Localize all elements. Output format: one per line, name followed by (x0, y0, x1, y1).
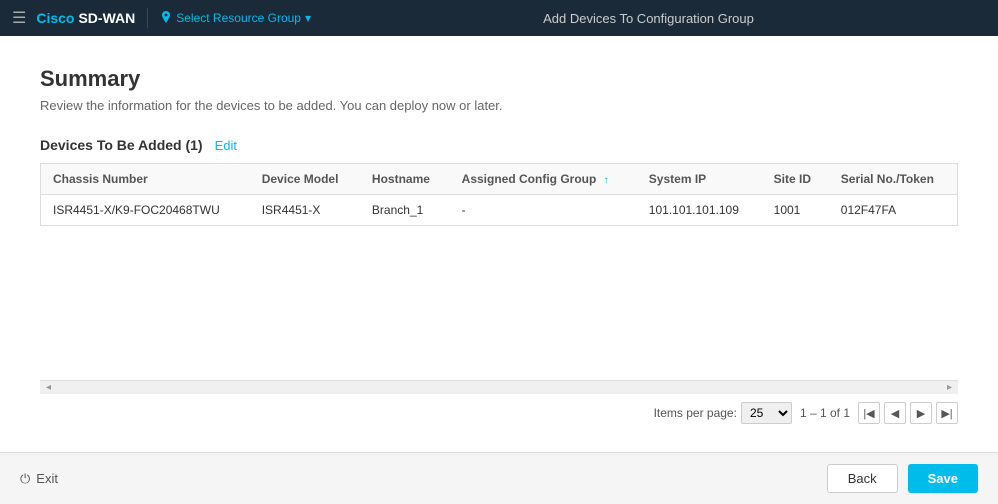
horizontal-scrollbar[interactable]: ◂ ▸ (40, 380, 958, 394)
exit-label: Exit (36, 471, 58, 486)
table-body: ISR4451-X/K9-FOC20468TWUISR4451-XBranch_… (41, 195, 957, 226)
section-header: Devices To Be Added (1) Edit (40, 137, 958, 153)
edit-link[interactable]: Edit (215, 138, 237, 153)
items-per-page-label: Items per page: (654, 406, 737, 420)
items-per-page: Items per page: 102550100 (654, 402, 792, 424)
table-row: ISR4451-X/K9-FOC20468TWUISR4451-XBranch_… (41, 195, 957, 226)
footer-actions: Back Save (827, 464, 978, 493)
col-assigned-config-group[interactable]: Assigned Config Group ↑ (450, 164, 637, 195)
location-icon (160, 11, 172, 25)
top-nav: ☰ Cisco SD-WAN Select Resource Group ▾ A… (0, 0, 998, 36)
cell-chassis_number: ISR4451-X/K9-FOC20468TWU (41, 195, 250, 226)
sort-icon: ↑ (604, 175, 609, 186)
pagination-info: 1 – 1 of 1 (800, 406, 850, 420)
devices-table: Chassis Number Device Model Hostname Ass… (41, 164, 957, 225)
brand-cisco: Cisco (36, 10, 74, 26)
page-subtitle: Review the information for the devices t… (40, 98, 958, 113)
main-content: Summary Review the information for the d… (0, 36, 998, 452)
cell-device_model: ISR4451-X (250, 195, 360, 226)
exit-button[interactable]: ⏻ Exit (20, 471, 58, 487)
footer: ⏻ Exit Back Save (0, 452, 998, 504)
cell-assigned_config_group: - (450, 195, 637, 226)
resource-group-selector[interactable]: Select Resource Group ▾ (160, 11, 311, 25)
col-chassis-number: Chassis Number (41, 164, 250, 195)
prev-page-button[interactable]: ◀ (884, 402, 906, 424)
brand-sdwan: SD-WAN (78, 10, 135, 26)
col-device-model: Device Model (250, 164, 360, 195)
pagination-row: Items per page: 102550100 1 – 1 of 1 |◀ … (40, 394, 958, 432)
page-title: Summary (40, 66, 958, 92)
cell-serial_no_token: 012F47FA (829, 195, 957, 226)
resource-group-label: Select Resource Group (176, 11, 301, 25)
back-button[interactable]: Back (827, 464, 898, 493)
hamburger-icon[interactable]: ☰ (12, 8, 26, 28)
last-page-button[interactable]: ▶| (936, 402, 958, 424)
cell-system_ip: 101.101.101.109 (637, 195, 762, 226)
brand: Cisco SD-WAN (36, 10, 135, 26)
scroll-container: Chassis Number Device Model Hostname Ass… (40, 163, 958, 226)
table-header: Chassis Number Device Model Hostname Ass… (41, 164, 957, 195)
section-title: Devices To Be Added (1) (40, 137, 203, 153)
scroll-right-arrow[interactable]: ▸ (945, 382, 954, 393)
first-page-button[interactable]: |◀ (858, 402, 880, 424)
nav-page-title: Add Devices To Configuration Group (311, 11, 986, 26)
next-page-button[interactable]: ▶ (910, 402, 932, 424)
cell-site_id: 1001 (762, 195, 829, 226)
cell-hostname: Branch_1 (360, 195, 450, 226)
col-serial-no-token: Serial No./Token (829, 164, 957, 195)
pagination-controls: |◀ ◀ ▶ ▶| (858, 402, 958, 424)
col-hostname: Hostname (360, 164, 450, 195)
scroll-left-arrow[interactable]: ◂ (44, 382, 53, 393)
col-system-ip: System IP (637, 164, 762, 195)
items-per-page-select[interactable]: 102550100 (741, 402, 792, 424)
nav-divider (147, 8, 148, 28)
save-button[interactable]: Save (908, 464, 978, 493)
col-site-id: Site ID (762, 164, 829, 195)
exit-icon: ⏻ (20, 471, 30, 487)
table-wrapper: Chassis Number Device Model Hostname Ass… (40, 163, 958, 432)
